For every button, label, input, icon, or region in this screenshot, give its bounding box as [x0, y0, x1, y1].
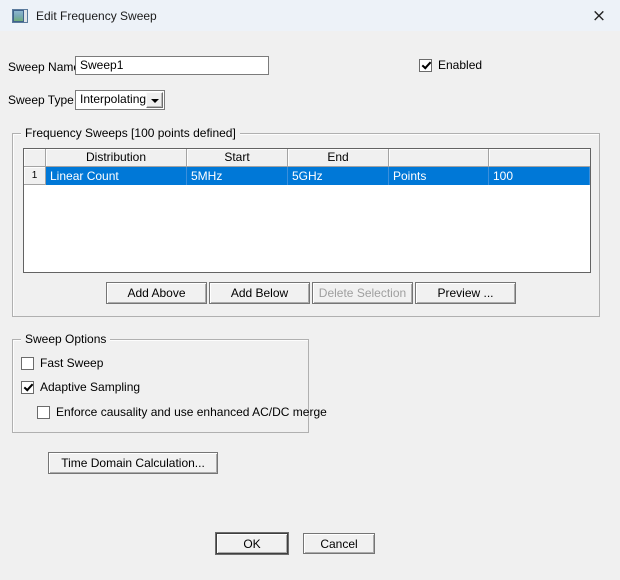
title-bar: Edit Frequency Sweep × [0, 0, 620, 31]
cell-count-value[interactable]: 100 [489, 167, 590, 185]
cell-count-type[interactable]: Points [389, 167, 489, 185]
enabled-checkbox-label: Enabled [438, 58, 482, 72]
sweep-name-label: Sweep Name: [8, 60, 83, 74]
enforce-causality-label: Enforce causality and use enhanced AC/DC… [56, 405, 327, 419]
time-domain-calculation-button[interactable]: Time Domain Calculation... [48, 452, 218, 474]
enabled-checkbox-box[interactable] [419, 59, 432, 72]
table-header-corner [24, 149, 46, 167]
enforce-causality-checkbox[interactable]: Enforce causality and use enhanced AC/DC… [37, 405, 327, 419]
preview-button[interactable]: Preview ... [415, 282, 516, 304]
sweep-type-label: Sweep Type: [8, 93, 77, 107]
table-header-blank-1 [389, 149, 489, 167]
cell-distribution[interactable]: Linear Count [46, 167, 187, 185]
cell-end[interactable]: 5GHz [288, 167, 389, 185]
add-below-button[interactable]: Add Below [209, 282, 310, 304]
row-number-cell[interactable]: 1 [24, 167, 46, 185]
fast-sweep-checkbox[interactable]: Fast Sweep [21, 356, 103, 370]
frequency-sweeps-group-label: Frequency Sweeps [100 points defined] [21, 126, 240, 140]
adaptive-sampling-checkbox[interactable]: Adaptive Sampling [21, 380, 140, 394]
chevron-down-icon [151, 99, 159, 103]
enabled-checkbox[interactable]: Enabled [419, 58, 482, 72]
enforce-causality-checkbox-box[interactable] [37, 406, 50, 419]
edit-frequency-sweep-dialog: Edit Frequency Sweep × Sweep Name: Sweep… [0, 0, 620, 580]
sweep-options-group-label: Sweep Options [21, 332, 110, 346]
add-above-button[interactable]: Add Above [106, 282, 207, 304]
adaptive-sampling-label: Adaptive Sampling [40, 380, 140, 394]
close-icon[interactable]: × [582, 2, 616, 29]
table-header-blank-2 [489, 149, 590, 167]
fast-sweep-checkbox-box[interactable] [21, 357, 34, 370]
sweep-name-input[interactable]: Sweep1 [75, 56, 269, 75]
delete-selection-button[interactable]: Delete Selection [312, 282, 413, 304]
table-header-row: Distribution Start End [24, 149, 590, 167]
sweep-options-group: Sweep Options Fast Sweep Adaptive Sampli… [12, 339, 309, 433]
adaptive-sampling-checkbox-box[interactable] [21, 381, 34, 394]
table-header-start: Start [187, 149, 288, 167]
dropdown-button[interactable] [146, 92, 163, 108]
cancel-button[interactable]: Cancel [303, 533, 375, 554]
cell-start[interactable]: 5MHz [187, 167, 288, 185]
frequency-sweeps-group: Frequency Sweeps [100 points defined] Di… [12, 133, 600, 317]
table-row[interactable]: 1 Linear Count 5MHz 5GHz Points 100 [24, 167, 590, 185]
fast-sweep-label: Fast Sweep [40, 356, 103, 370]
ok-button[interactable]: OK [216, 533, 288, 554]
frequency-sweeps-table[interactable]: Distribution Start End 1 Linear Count 5M… [23, 148, 591, 273]
table-header-end: End [288, 149, 389, 167]
sweep-type-value: Interpolating [80, 92, 146, 106]
table-header-distribution: Distribution [46, 149, 187, 167]
app-icon [12, 8, 28, 24]
dialog-title: Edit Frequency Sweep [36, 9, 157, 23]
sweep-type-dropdown[interactable]: Interpolating [75, 90, 165, 110]
